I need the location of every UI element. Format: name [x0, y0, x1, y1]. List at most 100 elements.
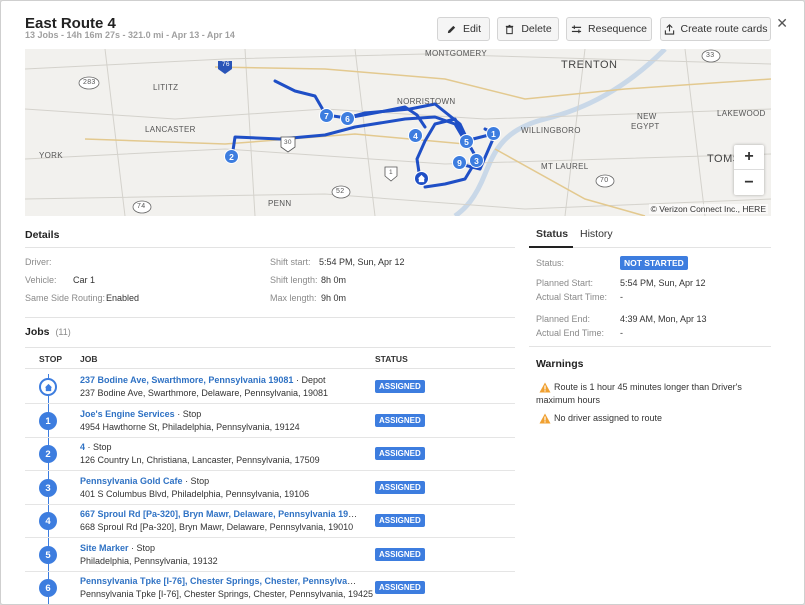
job-link[interactable]: 667 Sproul Rd [Pa-320], Bryn Mawr, Delaw… [80, 509, 360, 519]
close-icon[interactable]: ✕ [776, 15, 788, 32]
table-row[interactable]: 3 Pennsylvania Gold Cafe · Stop 401 S Co… [25, 471, 515, 505]
shield-30-label: 30 [284, 139, 292, 146]
map-label-lititz: LITITZ [153, 83, 179, 92]
job-address: 237 Bodine Ave, Swarthmore, Delaware, Pe… [80, 388, 328, 398]
zoom-control: + − [734, 145, 764, 195]
job-link[interactable]: 4 [80, 442, 85, 452]
shield-52-label: 52 [336, 188, 345, 195]
job-link[interactable]: Pennsylvania Gold Cafe [80, 476, 183, 486]
job-status-badge: ASSIGNED [375, 581, 425, 594]
warnings-heading: Warnings [536, 358, 584, 370]
map-stop-pin[interactable]: 7 [319, 108, 334, 123]
map-label-montgomery: MONTGOMERY [425, 49, 487, 58]
table-row[interactable]: 4 667 Sproul Rd [Pa-320], Bryn Mawr, Del… [25, 504, 515, 538]
map-stop-pin[interactable]: 6 [340, 111, 355, 126]
jobs-count: (11) [55, 327, 71, 337]
edit-label: Edit [462, 23, 482, 35]
pencil-icon [447, 25, 456, 33]
job-name: 237 Bodine Ave, Swarthmore, Pennsylvania… [80, 375, 360, 385]
status-label: Status: [536, 258, 565, 268]
job-address: 668 Sproul Rd [Pa-320], Bryn Mawr, Delaw… [80, 522, 354, 532]
map-label-york: YORK [39, 151, 63, 160]
depot-marker [39, 378, 57, 396]
table-row[interactable]: 237 Bodine Ave, Swarthmore, Pennsylvania… [25, 370, 515, 404]
job-address: 126 Country Ln, Christiana, Lancaster, P… [80, 455, 320, 465]
shift-length-label: Shift length: [270, 275, 318, 285]
highway-shields [218, 61, 398, 182]
job-link[interactable]: Joe's Engine Services [80, 409, 175, 419]
zoom-out-button[interactable]: − [734, 170, 764, 195]
resequence-label: Resequence [588, 23, 647, 35]
job-name: Pennsylvania Gold Cafe · Stop [80, 476, 360, 486]
vehicle-label: Vehicle: [25, 275, 57, 285]
actual-end-value: - [620, 328, 623, 338]
shield-74-label: 74 [137, 203, 146, 210]
map-stop-pin[interactable]: 4 [408, 128, 423, 143]
column-header-stop[interactable]: STOP [39, 354, 62, 364]
max-length-label: Max length: [270, 293, 317, 303]
same-side-routing-label: Same Side Routing: [25, 293, 106, 303]
route-map[interactable]: 283 76 30 1 52 74 70 33 MONTGOMERY TRENT… [25, 49, 771, 216]
table-row[interactable]: 1 Joe's Engine Services · Stop 4954 Hawt… [25, 404, 515, 438]
driver-label: Driver: [25, 257, 52, 267]
table-row[interactable]: 2 4 · Stop 126 Country Ln, Christiana, L… [25, 437, 515, 471]
planned-end-value: 4:39 AM, Mon, Apr 13 [620, 314, 707, 324]
stop-number: 4 [39, 512, 57, 530]
job-name: Joe's Engine Services · Stop [80, 409, 360, 419]
tab-history[interactable]: History [580, 228, 613, 240]
resequence-button[interactable]: Resequence [566, 17, 652, 41]
home-icon [417, 174, 426, 183]
map-label-trenton: TRENTON [561, 59, 618, 71]
job-address: 4954 Hawthorne St, Philadelphia, Pennsyl… [80, 422, 300, 432]
job-address: 401 S Columbus Blvd, Philadelphia, Penns… [80, 489, 310, 499]
edit-button[interactable]: Edit [437, 17, 490, 41]
create-route-cards-label: Create route cards [680, 23, 768, 35]
export-icon [664, 23, 674, 35]
create-route-cards-button[interactable]: Create route cards [660, 17, 771, 41]
job-type: · Depot [295, 375, 326, 385]
table-row[interactable]: 5 Site Marker · Stop Philadelphia, Penns… [25, 538, 515, 572]
map-stop-pin[interactable]: 9 [452, 155, 467, 170]
job-status-badge: ASSIGNED [375, 548, 425, 561]
column-header-status[interactable]: STATUS [375, 354, 408, 364]
job-type: · Stop [177, 409, 202, 419]
shift-start-value: 5:54 PM, Sun, Apr 12 [319, 257, 405, 267]
job-status-badge: ASSIGNED [375, 514, 425, 527]
map-stop-pin[interactable]: 1 [486, 126, 501, 141]
zoom-in-button[interactable]: + [734, 145, 764, 170]
map-stop-pin[interactable]: 2 [224, 149, 239, 164]
job-link[interactable]: 237 Bodine Ave, Swarthmore, Pennsylvania… [80, 375, 293, 385]
tab-status[interactable]: Status [536, 228, 568, 240]
max-length-value: 9h 0m [321, 293, 347, 303]
map-stop-pin[interactable]: 3 [469, 153, 484, 168]
job-link[interactable]: Site Marker [80, 543, 129, 553]
map-label-norristown: NORRISTOWN [397, 97, 456, 106]
divider [529, 346, 771, 347]
job-address: Pennsylvania Tpke [I-76], Chester Spring… [80, 589, 374, 599]
delete-button[interactable]: Delete [497, 17, 559, 41]
table-row[interactable]: 6 Pennsylvania Tpke [I-76], Chester Spri… [25, 571, 515, 604]
map-label-willingboro: WILLINGBORO [521, 126, 581, 135]
shield-33-label: 33 [706, 52, 715, 59]
map-label-lakewood: LAKEWOOD [717, 109, 766, 118]
column-header-job[interactable]: JOB [80, 354, 97, 364]
planned-start-label: Planned Start: [536, 278, 594, 288]
shift-length-value: 8h 0m [321, 275, 347, 285]
route-modal: East Route 4 13 Jobs - 14h 16m 27s - 321… [0, 0, 805, 605]
job-name: Site Marker · Stop [80, 543, 360, 553]
job-link[interactable]: Pennsylvania Tpke [I-76], Chester Spring… [80, 576, 360, 586]
map-label-lancaster: LANCASTER [145, 125, 196, 134]
job-status-badge: ASSIGNED [375, 481, 425, 494]
job-address: Philadelphia, Pennsylvania, 19132 [80, 556, 218, 566]
status-badge: NOT STARTED [620, 256, 688, 270]
stop-number: 1 [39, 412, 57, 430]
shield-70-label: 70 [600, 177, 609, 184]
map-stop-pin[interactable]: 5 [459, 134, 474, 149]
job-type: · Stop [185, 476, 210, 486]
map-attribution: © Verizon Connect Inc., HERE [648, 204, 768, 214]
stop-number: 5 [39, 546, 57, 564]
jobs-heading: Jobs (11) [25, 326, 71, 338]
same-side-routing-value: Enabled [106, 293, 140, 303]
map-label-penn: PENN [268, 199, 292, 208]
depot-pin[interactable] [414, 171, 429, 186]
